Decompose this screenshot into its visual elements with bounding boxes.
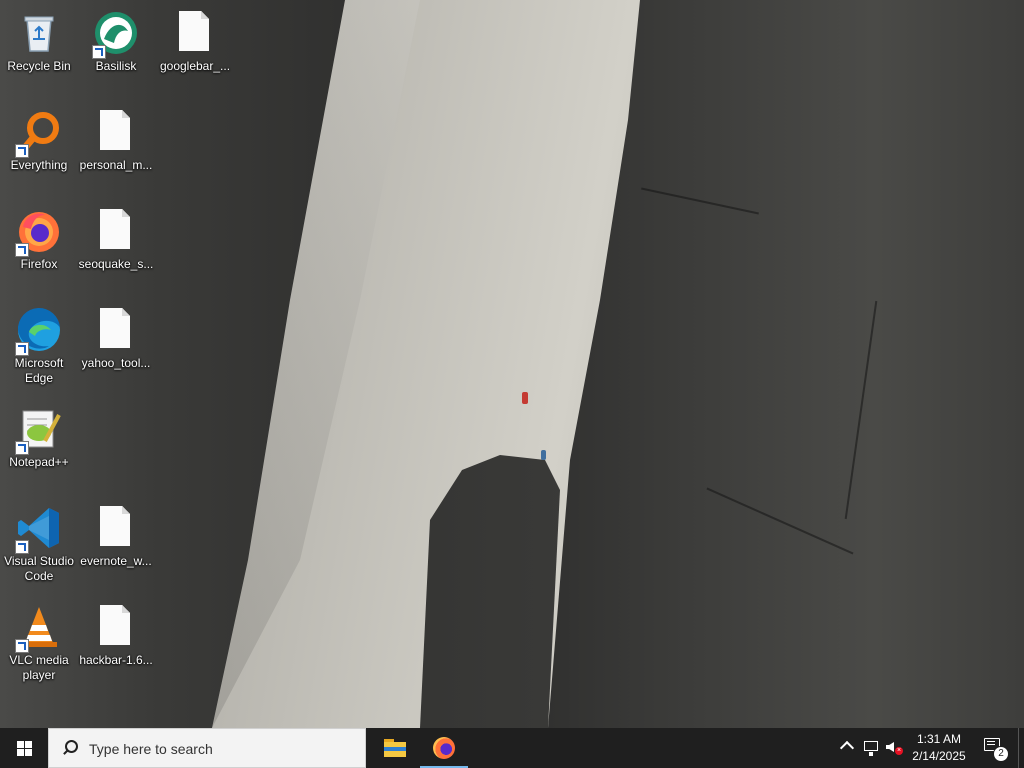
show-desktop-button[interactable]: [1018, 728, 1024, 768]
shortcut-arrow-icon: [15, 639, 29, 653]
desktop-icon-hackbar-file[interactable]: hackbar-1.6...: [78, 597, 154, 693]
notepad-plus-plus-icon: [15, 405, 63, 455]
shortcut-arrow-icon: [15, 342, 29, 356]
notification-count-badge: 2: [993, 746, 1009, 762]
file-icon: [171, 9, 219, 57]
file-explorer-icon: [384, 739, 406, 757]
desktop-icon-label: Microsoft Edge: [14, 356, 64, 385]
recycle-bin-icon: [15, 9, 63, 57]
desktop-icon-label: evernote_w...: [80, 554, 152, 568]
file-icon: [92, 108, 140, 156]
desktop-icon-personal-file[interactable]: personal_m...: [78, 102, 154, 198]
firefox-icon: [433, 737, 455, 759]
desktop-icon-googlebar-file[interactable]: googlebar_...: [157, 3, 233, 99]
vlc-icon: [15, 603, 63, 653]
desktop-icon-microsoft-edge[interactable]: Microsoft Edge: [1, 300, 77, 396]
desktop-icon-notepad-plus-plus[interactable]: Notepad++: [1, 399, 77, 495]
wallpaper-climber: [541, 450, 546, 460]
file-icon: [92, 306, 140, 354]
wallpaper-climber: [522, 392, 528, 404]
desktop-icon-label: Everything: [10, 158, 68, 172]
volume-muted-badge-icon: ×: [895, 747, 903, 755]
basilisk-icon: [92, 9, 140, 59]
file-icon: [92, 603, 140, 651]
start-button[interactable]: [0, 728, 48, 768]
shortcut-arrow-icon: [92, 45, 106, 59]
shortcut-arrow-icon: [15, 441, 29, 455]
taskbar-firefox[interactable]: [420, 728, 468, 768]
search-placeholder: Type here to search: [89, 741, 213, 757]
desktop-icon-basilisk[interactable]: Basilisk: [78, 3, 154, 99]
clock-date: 2/14/2025: [912, 749, 966, 763]
desktop-icon-evernote-file[interactable]: evernote_w...: [78, 498, 154, 594]
desktop-icon-recycle-bin[interactable]: Recycle Bin: [1, 3, 77, 99]
file-icon: [92, 504, 140, 552]
volume-icon[interactable]: [886, 742, 894, 752]
desktop-icon-seoquake-file[interactable]: seoquake_s...: [78, 201, 154, 297]
shortcut-arrow-icon: [15, 144, 29, 158]
action-center-button[interactable]: 2: [976, 728, 1012, 768]
system-clock[interactable]: 1:31 AM 2/14/2025: [905, 731, 973, 765]
network-icon[interactable]: [864, 741, 878, 756]
desktop-icon-label: personal_m...: [79, 158, 153, 172]
desktop-icon-label: Basilisk: [95, 59, 137, 73]
desktop-icon-visual-studio-code[interactable]: Visual Studio Code: [1, 498, 77, 594]
desktop-icon-yahoo-file[interactable]: yahoo_tool...: [78, 300, 154, 396]
shortcut-arrow-icon: [15, 540, 29, 554]
desktop-icon-label: Firefox: [20, 257, 58, 271]
desktop: Recycle Bin Basilisk googlebar_... Every…: [0, 0, 1024, 728]
show-hidden-icons-chevron-icon[interactable]: [839, 740, 855, 756]
desktop-icon-label: googlebar_...: [159, 59, 231, 73]
firefox-icon: [15, 207, 63, 257]
taskbar: Type here to search × 1:31 AM 2/14/2025 …: [0, 728, 1024, 768]
taskbar-search-box[interactable]: Type here to search: [48, 728, 366, 768]
desktop-icon-firefox[interactable]: Firefox: [1, 201, 77, 297]
desktop-icon-label: VLC media player: [9, 653, 69, 682]
desktop-icon-label: Notepad++: [9, 455, 69, 469]
taskbar-file-explorer[interactable]: [371, 728, 419, 768]
desktop-icon-label: hackbar-1.6...: [79, 653, 153, 667]
desktop-icon-label: Recycle Bin: [7, 59, 71, 73]
desktop-icon-label: seoquake_s...: [78, 257, 154, 271]
desktop-icon-label: yahoo_tool...: [81, 356, 151, 370]
everything-search-icon: [15, 108, 63, 158]
vscode-icon: [15, 504, 63, 554]
shortcut-arrow-icon: [15, 243, 29, 257]
edge-icon: [15, 306, 63, 356]
file-icon: [92, 207, 140, 255]
desktop-icon-vlc-media-player[interactable]: VLC media player: [1, 597, 77, 693]
search-icon: [63, 740, 78, 755]
desktop-icon-everything[interactable]: Everything: [1, 102, 77, 198]
desktop-icon-label: Visual Studio Code: [4, 554, 74, 583]
windows-logo-icon: [17, 741, 32, 756]
clock-time: 1:31 AM: [916, 732, 962, 746]
